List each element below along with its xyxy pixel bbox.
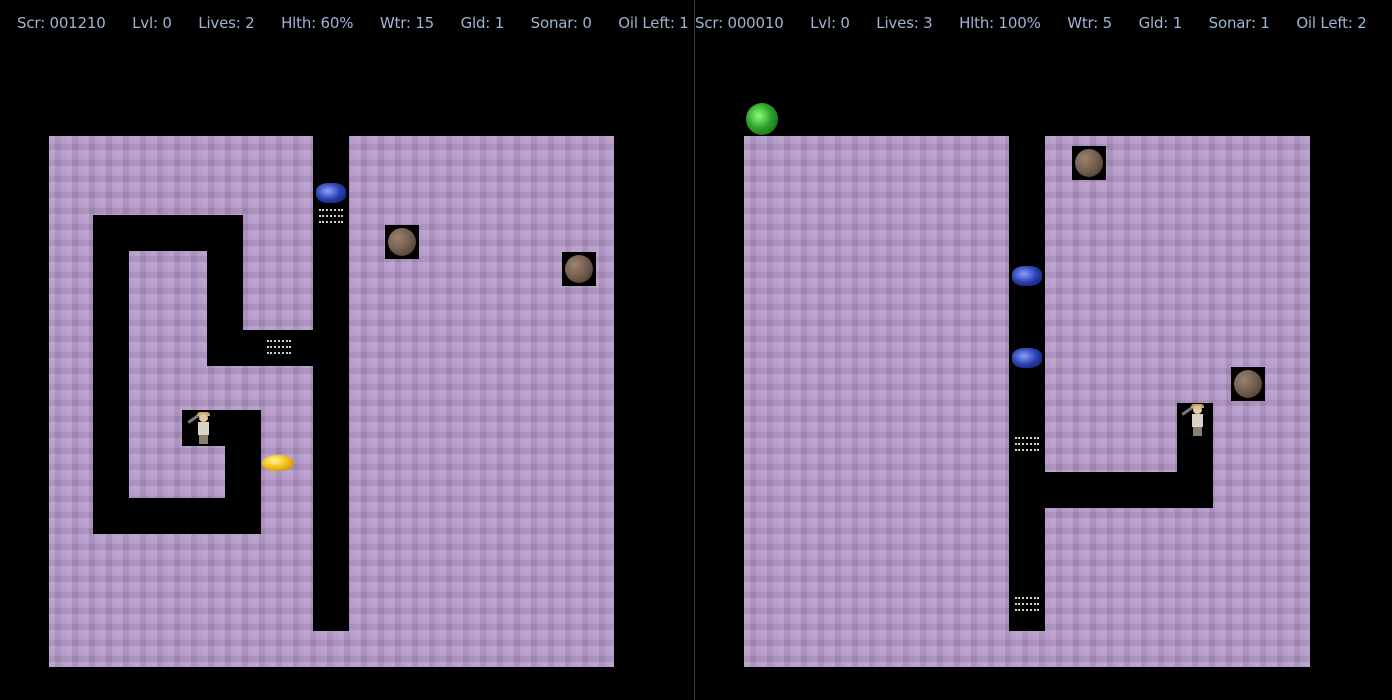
boulder-icon — [1072, 146, 1106, 180]
game-view-left: Scr: 001210 Lvl: 0 Lives: 2 Hlth: 60% Wt… — [0, 0, 694, 700]
oil-field-right — [695, 0, 1392, 700]
gold-nugget-icon — [260, 451, 296, 475]
water-pool-icon — [1010, 588, 1044, 622]
protester-icon — [1010, 342, 1044, 376]
boulder-icon — [562, 252, 596, 286]
protester-icon — [1010, 260, 1044, 294]
water-pool-icon — [262, 331, 296, 365]
oil-field-left — [0, 0, 694, 700]
boulder-icon — [1231, 367, 1265, 401]
game-view-right: Scr: 000010 Lvl: 0 Lives: 3 Hlth: 100% W… — [695, 0, 1392, 700]
shaft — [1009, 136, 1045, 631]
tunnel-segment — [93, 215, 129, 534]
digger-icon — [185, 411, 219, 445]
digger-icon — [1179, 403, 1213, 437]
sonar-kit-icon — [745, 102, 779, 136]
water-pool-icon — [1010, 428, 1044, 462]
protester-icon — [314, 177, 348, 211]
boulder-icon — [385, 225, 419, 259]
